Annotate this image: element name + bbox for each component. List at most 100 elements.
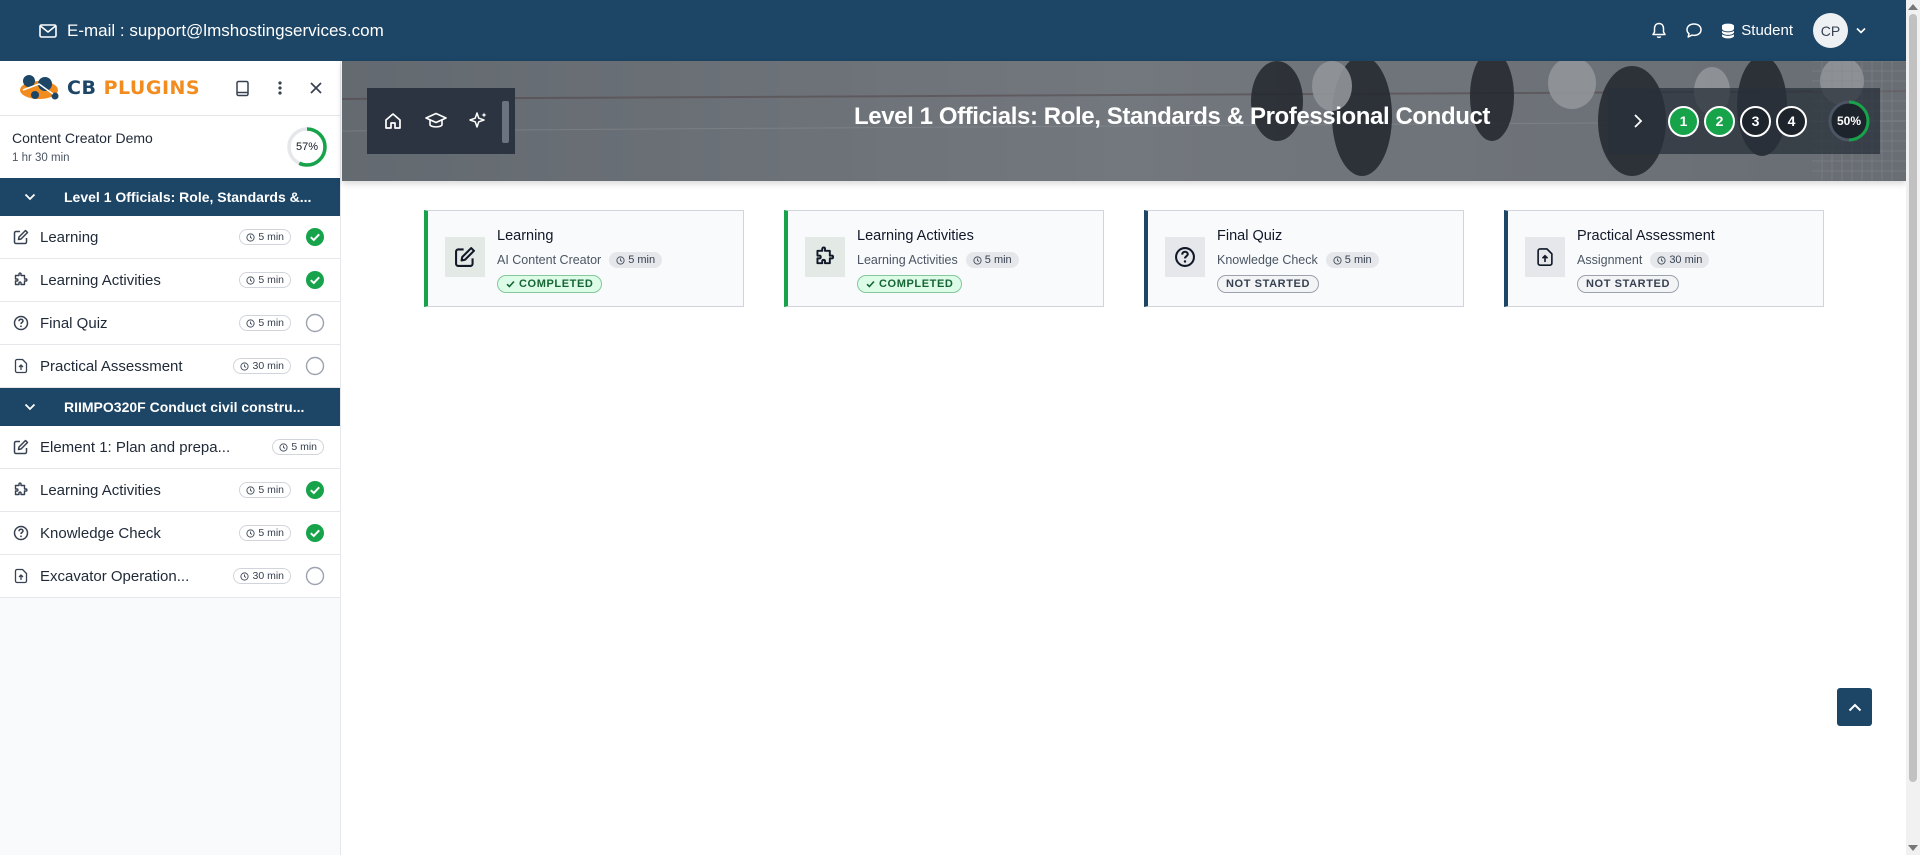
activity-cards: Learning AI Content Creator 5 min COMPLETED… (424, 210, 1864, 307)
sidebar-lesson-item[interactable]: Learning 5 min (0, 216, 340, 259)
sidebar-lesson-label: Learning Activities (40, 481, 161, 499)
file-upload-icon (0, 358, 40, 374)
sidebar-lesson-label: Element 1: Plan and prepa... (40, 438, 231, 456)
step-button-3[interactable]: 3 (1740, 105, 1771, 137)
back-to-top-button[interactable] (1837, 688, 1872, 726)
clock-icon (240, 571, 250, 581)
cb-plugins-logo-mark (20, 75, 59, 100)
edit-icon (0, 439, 40, 455)
check-icon (506, 280, 515, 288)
home-icon[interactable] (383, 111, 403, 131)
chevron-down-icon (0, 403, 64, 411)
sidebar-section-header[interactable]: RIIMPO320F Conduct civil constru... (0, 388, 340, 426)
puzzle-icon (805, 237, 845, 277)
duration-pill: 5 min (272, 439, 324, 455)
notifications-bell-icon[interactable] (1651, 22, 1667, 39)
sidebar-lesson-item[interactable]: Learning Activities 5 min (0, 469, 340, 512)
sparkles-icon[interactable] (469, 111, 489, 131)
scroll-up-arrow[interactable] (1908, 4, 1918, 10)
sidebar-section-title: RIIMPO320F Conduct civil constru... (64, 399, 305, 415)
duration-pill: 5 min (609, 252, 663, 268)
activity-card-title: Learning Activities (857, 228, 974, 244)
activity-card-title: Final Quiz (1217, 228, 1283, 244)
chevron-down-icon[interactable] (1856, 27, 1866, 34)
lesson-progress-text: 50% (1836, 114, 1862, 128)
messages-chat-icon[interactable] (1685, 22, 1703, 39)
sidebar-section-title: Level 1 Officials: Role, Standards &... (64, 189, 312, 205)
lesson-hero-banner: Level 1 Officials: Role, Standards & Pro… (342, 61, 1906, 181)
sidebar-lesson-item[interactable]: Practical Assessment 30 min (0, 345, 340, 388)
sidebar-lesson-item[interactable]: Final Quiz 5 min (0, 302, 340, 345)
sidebar-header: CB PLUGINS (0, 61, 340, 116)
duration-text: 5 min (291, 441, 317, 453)
logo-plugins-text: PLUGINS (103, 77, 201, 99)
sidebar-lesson-label: Knowledge Check (40, 524, 161, 542)
scroll-thumb[interactable] (1909, 14, 1917, 782)
sidebar-lesson-label: Practical Assessment (40, 357, 183, 375)
status-badge-text: COMPLETED (519, 278, 594, 290)
toolbar-scroll-handle[interactable] (502, 101, 509, 143)
user-avatar[interactable]: CP (1813, 13, 1848, 48)
status-badge: COMPLETED (497, 275, 603, 293)
clock-icon (246, 485, 255, 495)
more-vertical-icon[interactable] (278, 81, 282, 95)
sidebar-lesson-item[interactable]: Knowledge Check 5 min (0, 512, 340, 555)
clock-icon (279, 442, 288, 452)
cb-plugins-logo[interactable]: CB PLUGINS (15, 72, 200, 104)
completed-check-icon (306, 271, 324, 289)
clock-icon (240, 361, 250, 371)
sidebar-lesson-item[interactable]: Element 1: Plan and prepa... 5 min (0, 426, 340, 469)
logo-cb-text: CB (67, 77, 97, 99)
sidebar-lesson-item[interactable]: Learning Activities 5 min (0, 259, 340, 302)
step-button-1[interactable]: 1 (1668, 105, 1699, 137)
clock-icon (246, 318, 255, 328)
book-icon[interactable] (235, 80, 250, 97)
step-button-4[interactable]: 4 (1776, 105, 1807, 137)
activity-card-type: Assignment (1577, 253, 1643, 267)
sidebar-section-header[interactable]: Level 1 Officials: Role, Standards &... (0, 178, 340, 216)
graduation-cap-icon[interactable] (425, 112, 447, 130)
course-progress-text: 57% (295, 141, 319, 153)
status-badge-text: COMPLETED (879, 278, 954, 290)
role-switcher[interactable]: Student (1721, 22, 1793, 39)
chevron-right-icon[interactable] (1608, 113, 1668, 129)
duration-pill: 5 min (965, 252, 1019, 268)
edit-icon (445, 237, 485, 277)
incomplete-circle-icon (305, 313, 325, 333)
course-summary: Content Creator Demo 1 hr 30 min 57% (0, 116, 340, 178)
duration-text: 5 min (984, 254, 1012, 266)
step-button-2[interactable]: 2 (1704, 105, 1735, 137)
completed-check-icon (306, 228, 324, 246)
duration-text: 30 min (252, 570, 284, 582)
duration-pill: 30 min (233, 358, 291, 374)
close-icon[interactable] (310, 82, 322, 94)
duration-pill: 5 min (239, 229, 291, 245)
duration-pill: 30 min (233, 568, 291, 584)
mail-icon (39, 23, 57, 38)
support-email[interactable]: E-mail : support@lmshostingservices.com (39, 21, 384, 41)
chevron-up-icon (1848, 703, 1861, 711)
puzzle-icon (0, 272, 40, 288)
question-circle-icon (0, 315, 40, 331)
role-label: Student (1741, 22, 1793, 39)
activity-card[interactable]: Practical Assessment Assignment 30 min NOT … (1504, 210, 1824, 307)
clock-icon (1657, 255, 1666, 265)
activity-card[interactable]: Learning Activities Learning Activities 5 … (784, 210, 1104, 307)
sidebar-lesson-label: Final Quiz (40, 314, 108, 332)
sidebar-lesson-item[interactable]: Excavator Operation... 30 min (0, 555, 340, 598)
activity-card-type: Knowledge Check (1217, 253, 1318, 267)
activity-card[interactable]: Learning AI Content Creator 5 min COMPLETED (424, 210, 744, 307)
support-email-text: E-mail : support@lmshostingservices.com (67, 20, 384, 40)
page-scrollbar[interactable] (1906, 0, 1920, 855)
activity-card[interactable]: Final Quiz Knowledge Check 5 min NOT STARTE… (1144, 210, 1464, 307)
duration-pill: 5 min (239, 525, 291, 541)
scroll-down-arrow[interactable] (1908, 845, 1918, 851)
clock-icon (616, 255, 625, 265)
incomplete-circle-icon (305, 356, 325, 376)
status-badge: NOT STARTED (1577, 275, 1680, 293)
duration-pill: 5 min (1325, 252, 1379, 268)
duration-pill: 5 min (239, 272, 291, 288)
sidebar-lesson-label: Excavator Operation... (40, 567, 190, 585)
duration-pill: 5 min (239, 482, 291, 498)
duration-text: 5 min (258, 274, 284, 286)
